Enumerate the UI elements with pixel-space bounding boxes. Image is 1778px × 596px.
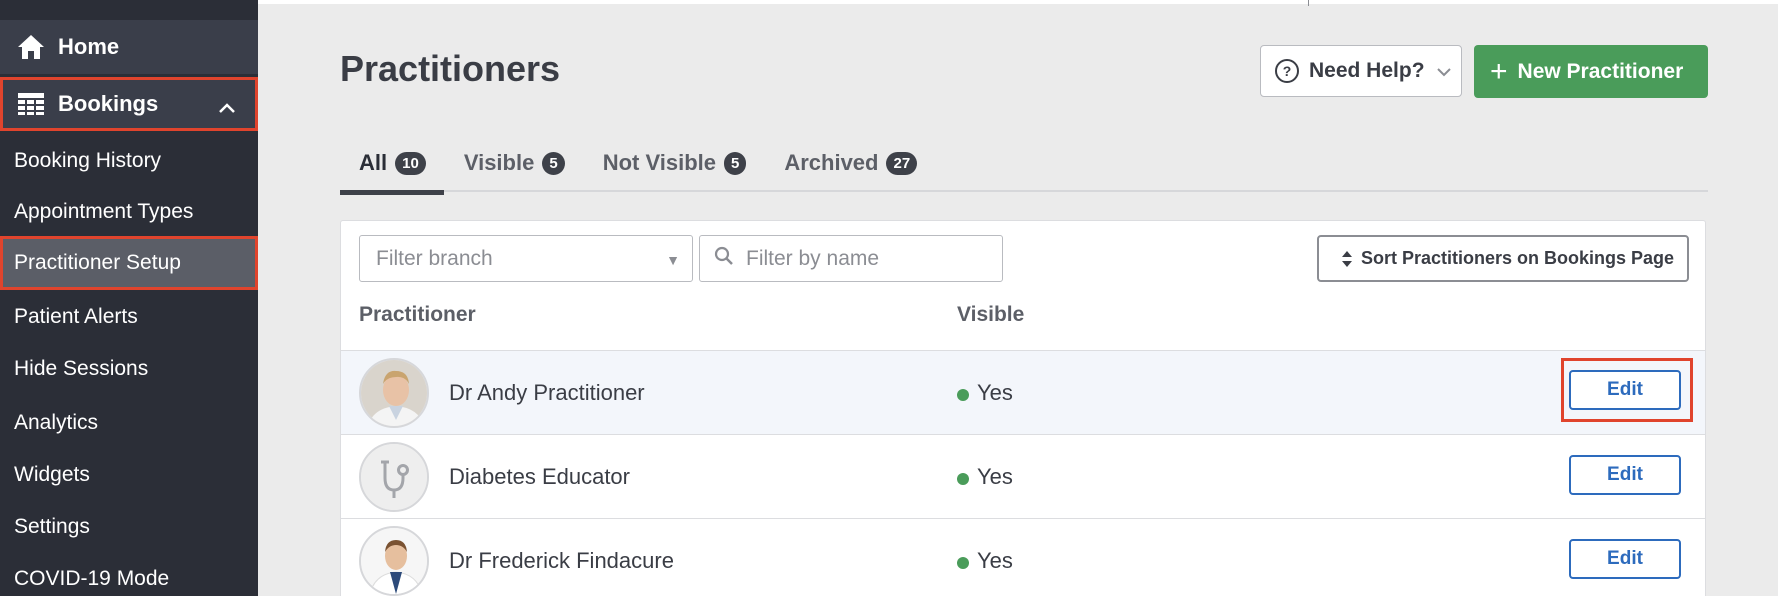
sort-practitioners-button[interactable]: Sort Practitioners on Bookings Page	[1317, 235, 1689, 282]
sidebar-item-home[interactable]: Home	[0, 20, 258, 74]
sidebar-home-label: Home	[58, 34, 120, 59]
sidebar-bookings-label: Bookings	[58, 91, 159, 116]
count-badge: 10	[395, 152, 426, 175]
dropdown-arrow-icon: ▼	[666, 252, 680, 268]
practitioners-panel: Filter branch ▼ Filter by name Sort Prac…	[340, 220, 1706, 596]
sidebar-item-booking-history[interactable]: Booking History	[0, 136, 258, 186]
status-dot-icon	[957, 472, 969, 485]
sidebar-item-appointment-types[interactable]: Appointment Types	[0, 187, 258, 237]
sidebar-item-bookings[interactable]: Bookings	[0, 77, 258, 131]
visible-value: Yes	[977, 379, 1013, 405]
home-icon	[16, 32, 46, 62]
tabs: All 10 Visible 5 Not Visible 5 Archived …	[340, 145, 935, 195]
name-filter-placeholder: Filter by name	[746, 246, 880, 270]
stethoscope-icon	[361, 444, 427, 510]
sidebar-item-label: Practitioner Setup	[14, 251, 181, 274]
visible-status: Yes	[957, 464, 1013, 490]
plus-icon: +	[1490, 54, 1508, 88]
sidebar-item-label: Hide Sessions	[14, 357, 149, 380]
status-dot-icon	[957, 556, 969, 569]
table-row: Diabetes Educator Yes Edit	[341, 434, 1705, 518]
sidebar-item-analytics[interactable]: Analytics	[0, 398, 258, 448]
visible-value: Yes	[977, 547, 1013, 573]
new-practitioner-label: New Practitioner	[1517, 59, 1684, 83]
tab-label: Not Visible	[602, 150, 716, 175]
status-dot-icon	[957, 388, 969, 401]
visible-status: Yes	[957, 548, 1013, 574]
chevron-up-icon[interactable]	[218, 94, 236, 120]
count-badge: 5	[542, 152, 565, 175]
tab-label: All	[359, 150, 388, 175]
practitioner-name: Diabetes Educator	[449, 463, 630, 489]
edit-button[interactable]: Edit	[1569, 455, 1681, 495]
tab-label: Archived	[784, 150, 879, 175]
chevron-down-icon	[1436, 59, 1451, 83]
sidebar: Home Bookings Booking History Appointmen…	[0, 0, 258, 596]
branch-filter-select[interactable]: Filter branch ▼	[359, 235, 693, 282]
question-icon: ?	[1275, 59, 1299, 83]
sidebar-item-widgets[interactable]: Widgets	[0, 450, 258, 500]
search-icon	[714, 246, 734, 272]
top-divider	[1308, 0, 1309, 6]
visible-status: Yes	[957, 380, 1013, 406]
column-header-practitioner: Practitioner	[359, 303, 476, 326]
column-header-visible: Visible	[957, 303, 1025, 326]
tab-archived[interactable]: Archived 27	[764, 145, 935, 195]
tab-label: Visible	[463, 150, 535, 175]
name-filter-input[interactable]: Filter by name	[699, 235, 1003, 282]
count-badge: 27	[886, 152, 918, 175]
need-help-label: Need Help?	[1309, 59, 1425, 82]
sidebar-item-label: Analytics	[14, 411, 99, 434]
avatar	[359, 526, 429, 596]
sidebar-item-settings[interactable]: Settings	[0, 502, 258, 552]
sidebar-item-patient-alerts[interactable]: Patient Alerts	[0, 292, 258, 342]
sort-icon	[1341, 250, 1353, 268]
edit-button[interactable]: Edit	[1569, 370, 1681, 410]
sidebar-item-label: Widgets	[14, 463, 90, 486]
practitioner-name: Dr Andy Practitioner	[449, 379, 645, 405]
branch-filter-placeholder: Filter branch	[376, 246, 493, 270]
tab-visible[interactable]: Visible 5	[444, 145, 583, 195]
sidebar-item-covid-mode[interactable]: COVID-19 Mode	[0, 554, 258, 596]
tab-all[interactable]: All 10	[340, 145, 444, 195]
sort-label: Sort Practitioners on Bookings Page	[1361, 248, 1675, 268]
need-help-button[interactable]: ? Need Help?	[1260, 45, 1462, 97]
edit-button[interactable]: Edit	[1569, 539, 1681, 579]
practitioner-name: Dr Frederick Findacure	[449, 547, 674, 573]
avatar	[359, 442, 429, 512]
sidebar-item-practitioner-setup[interactable]: Practitioner Setup	[0, 236, 258, 290]
avatar	[359, 358, 429, 428]
count-badge: 5	[723, 152, 747, 175]
new-practitioner-button[interactable]: + New Practitioner	[1474, 45, 1708, 98]
table-row: Dr Andy Practitioner Yes Edit	[341, 350, 1705, 434]
sidebar-item-label: Settings	[14, 515, 90, 538]
sidebar-item-label: Booking History	[14, 149, 162, 172]
top-strip	[258, 0, 1778, 4]
tab-not-visible[interactable]: Not Visible 5	[583, 145, 765, 195]
sidebar-item-label: Appointment Types	[14, 200, 194, 223]
table-grid-icon	[16, 89, 46, 119]
sidebar-item-label: COVID-19 Mode	[14, 567, 170, 590]
visible-value: Yes	[977, 463, 1013, 489]
sidebar-item-label: Patient Alerts	[14, 305, 138, 328]
sidebar-item-hide-sessions[interactable]: Hide Sessions	[0, 344, 258, 394]
page-title: Practitioners	[340, 48, 561, 89]
table-row: Dr Frederick Findacure Yes Edit	[341, 518, 1705, 596]
